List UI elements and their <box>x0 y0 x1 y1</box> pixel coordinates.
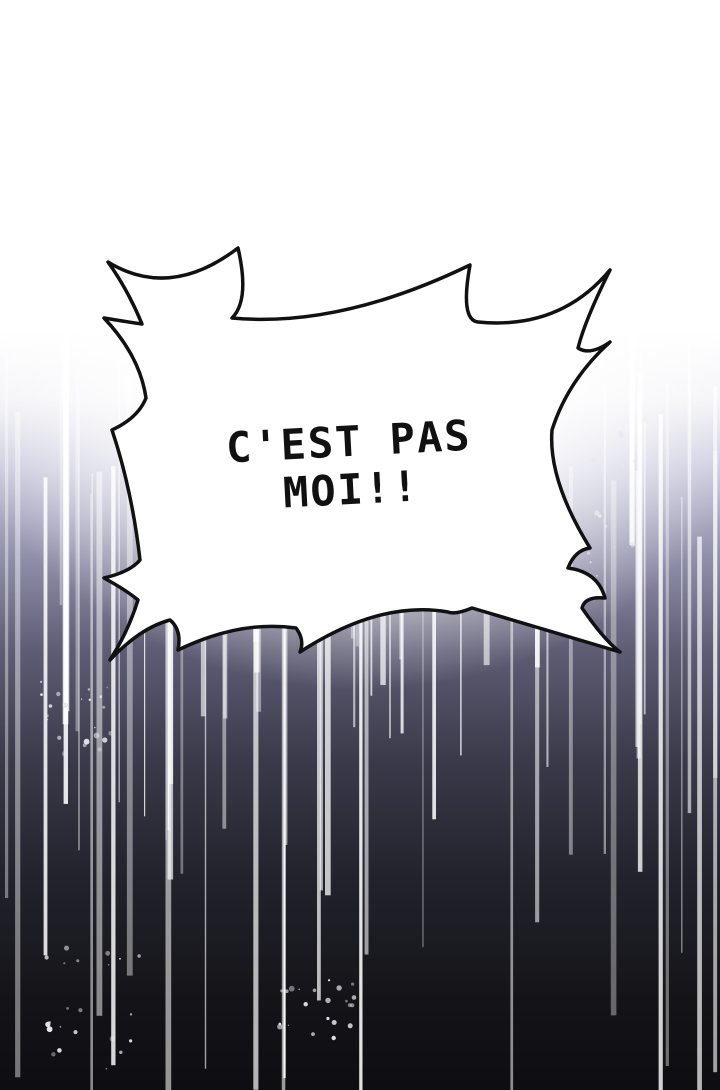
bubble-text: C'EST PAS MOI!! <box>198 410 503 522</box>
comic-panel: C'EST PAS MOI!! <box>0 0 720 1090</box>
speech-bubble <box>102 246 622 662</box>
